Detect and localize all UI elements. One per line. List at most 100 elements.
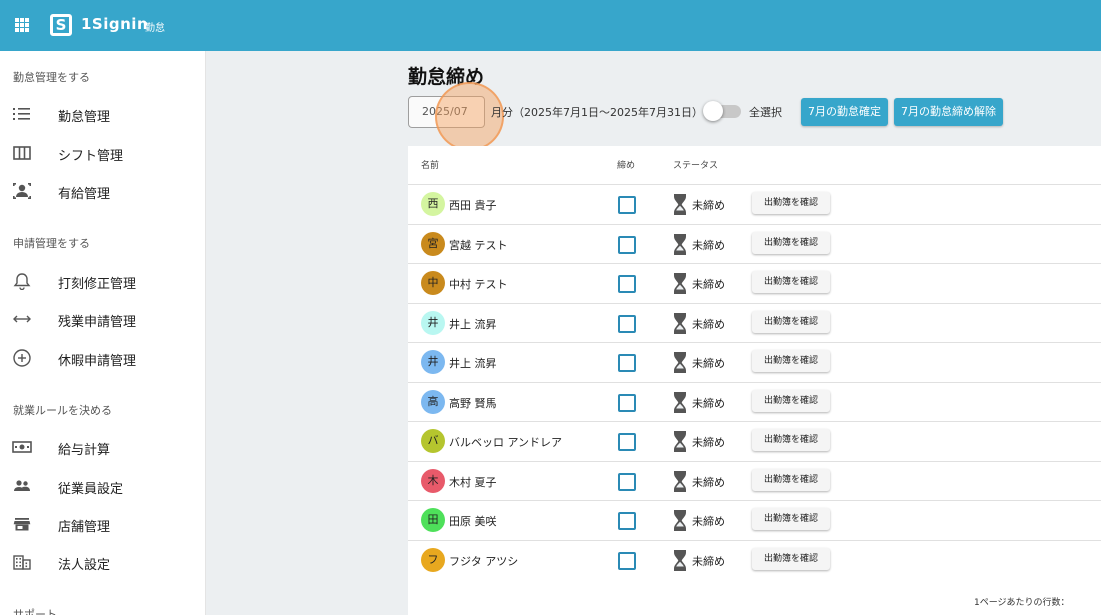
hourglass-icon [674,510,686,531]
main-content: 勤怠締め 2025/07 月分（2025年7月1日〜2025年7月31日） 全選… [206,51,1101,615]
app-logo: S [50,14,72,36]
status-text: 未締め [692,515,725,528]
unlock-closing-button[interactable]: 7月の勤怠締め解除 [894,98,1003,126]
employee-name: 井上 流昇 [449,357,497,370]
status-text: 未締め [692,396,725,410]
view-attendance-book-button[interactable]: 出勤簿を確認 [752,468,830,491]
employee-name: バルベッロ アンドレア [449,436,563,449]
table-row: フフジタ アツシ 未締め 出勤簿を確認 [408,539,1101,579]
hourglass-icon [674,391,686,413]
status-text: 未締め [692,357,725,370]
sidebar-item-corporate[interactable]: 法人設定 [0,545,205,579]
status-text: 未締め [692,436,725,449]
closing-checkbox[interactable] [618,393,636,412]
money-icon [12,441,32,453]
sidebar-item-shift[interactable]: シフト管理 [0,136,205,170]
sidebar-item-punch-correction[interactable]: 打刻修正管理 [0,264,205,298]
employee-name: 井上 流昇 [449,317,497,331]
hourglass-icon [674,233,686,255]
sidebar-item-label: 有給管理 [58,187,111,202]
avatar: 西 [421,192,445,216]
table-row: 中中村 テスト 未締め 出勤簿を確認 [408,263,1101,302]
hourglass-icon [674,470,686,492]
building-icon [13,555,31,570]
closing-checkbox[interactable] [618,512,636,530]
avatar: 木 [421,468,445,493]
avatar: 井 [421,310,445,335]
sidebar-item-label: 勤怠管理 [58,110,111,125]
closing-checkbox[interactable] [618,275,636,293]
hourglass-icon [674,431,686,452]
employee-name: フジタ アツシ [449,554,519,568]
columns-icon [13,146,31,160]
sidebar: 勤怠管理をする 勤怠管理 シフト管理 有給管理 申請管理をする 打刻修正管理 残… [0,51,206,615]
closing-checkbox[interactable] [618,196,636,214]
sidebar-item-leave-request[interactable]: 休暇申請管理 [0,341,205,375]
view-attendance-book-button[interactable]: 出勤簿を確認 [752,192,830,214]
avatar: 中 [421,271,445,295]
avatar: 宮 [421,231,445,256]
view-attendance-book-button[interactable]: 出勤簿を確認 [752,350,830,372]
avatar: バ [421,429,445,453]
app-name: 1Signin [81,15,149,33]
apps-grid-icon[interactable] [15,18,29,32]
section-header-attendance: 勤怠管理をする [13,71,90,84]
view-attendance-book-button[interactable]: 出勤簿を確認 [752,508,830,530]
sidebar-item-stores[interactable]: 店舗管理 [0,507,205,541]
status-text: 未締め [692,554,725,568]
sidebar-item-overtime[interactable]: 残業申請管理 [0,302,205,336]
closing-checkbox[interactable] [618,433,636,451]
avatar: 井 [421,350,445,374]
hourglass-icon [674,352,686,373]
attendance-table: 名前 締め ステータス 西西田 貴子 未締め 出勤簿を確認宮宮越 テスト 未締め 出勤簿… [408,146,1101,615]
sidebar-item-employees[interactable]: 従業員設定 [0,469,205,503]
sidebar-item-label: 従業員設定 [58,482,124,497]
top-bar: S 1Signin 勤怠 [0,0,1101,51]
status-text: 未締め [692,199,725,212]
rows-per-page-label: 1ページあたりの行数： [974,598,1070,608]
arrows-horizontal-icon [13,315,31,323]
table-row: 田田原 美咲 未締め 出勤簿を確認 [408,500,1101,539]
closing-checkbox[interactable] [618,314,636,333]
sidebar-item-label: 給与計算 [58,443,111,458]
table-row: ババルベッロ アンドレア 未締め 出勤簿を確認 [408,421,1101,460]
sidebar-item-payroll[interactable]: 給与計算 [0,430,205,464]
hourglass-icon [674,194,686,215]
status-text: 未締め [692,278,725,291]
closing-checkbox[interactable] [618,551,636,570]
status-text: 未締め [692,238,725,252]
table-row: 木木村 夏子 未締め 出勤簿を確認 [408,460,1101,500]
sidebar-item-paid-leave[interactable]: 有給管理 [0,174,205,208]
avatar: フ [421,547,445,572]
section-header-rules: 就業ルールを決める [13,404,112,417]
people-icon [14,480,30,491]
view-attendance-book-button[interactable]: 出勤簿を確認 [752,429,830,451]
sidebar-item-label: 法人設定 [58,558,111,573]
hourglass-icon [674,273,686,294]
closing-checkbox[interactable] [618,354,636,372]
sidebar-item-label: シフト管理 [58,149,124,164]
person-icon [13,183,31,199]
sidebar-item-attendance[interactable]: 勤怠管理 [0,97,205,131]
table-row: 井井上 流昇 未締め 出勤簿を確認 [408,302,1101,342]
confirm-attendance-button[interactable]: 7月の勤怠確定 [801,98,888,126]
section-header-requests: 申請管理をする [13,237,90,250]
header-status: ステータス [673,161,719,171]
employee-name: 中村 テスト [449,278,508,291]
header-name: 名前 [421,161,440,171]
sidebar-item-label: 休暇申請管理 [58,354,137,369]
view-attendance-book-button[interactable]: 出勤簿を確認 [752,231,830,254]
select-all-label: 全選択 [749,106,782,119]
employee-name: 宮越 テスト [449,238,508,252]
sidebar-item-label: 店舗管理 [58,520,111,535]
closing-checkbox[interactable] [618,235,636,254]
plus-circle-icon [13,349,31,367]
view-attendance-book-button[interactable]: 出勤簿を確認 [752,547,830,570]
view-attendance-book-button[interactable]: 出勤簿を確認 [752,271,830,293]
app-subtitle: 勤怠 [145,23,165,34]
view-attendance-book-button[interactable]: 出勤簿を確認 [752,310,830,333]
closing-checkbox[interactable] [618,472,636,491]
employee-name: 田原 美咲 [449,515,497,528]
view-attendance-book-button[interactable]: 出勤簿を確認 [752,389,830,412]
select-all-toggle[interactable] [703,101,743,121]
